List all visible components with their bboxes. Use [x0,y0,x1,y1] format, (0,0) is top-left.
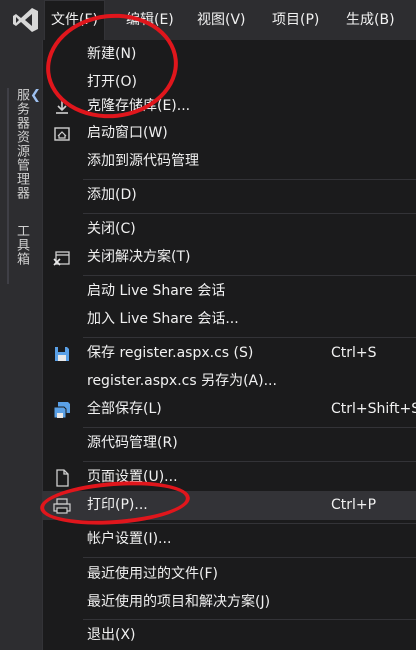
menu-item-recent-projects[interactable]: 最近使用的项目和解决方案(J) [43,588,416,617]
home-window-icon [54,127,70,141]
menu-separator [83,337,416,338]
save-icon [55,347,69,361]
menu-item-account-settings[interactable]: 帐户设置(I)... [43,525,416,554]
menu-separator [83,179,416,180]
file-dropdown-menu: 新建(N) 打开(O) 克隆存储库(E)... 启动窗口(W) 添加到源代码管理… [42,40,416,650]
page-setup-icon [56,469,69,487]
menu-project[interactable]: 项目(P) [272,0,319,40]
menu-item-label: 全部保存(L) [87,401,162,417]
tab-toolbox[interactable]: 工具箱 [7,224,31,284]
download-icon [56,100,68,114]
menu-item-clone-repo[interactable]: 克隆存储库(E)... [43,92,416,121]
menu-item-add-to-source-control[interactable]: 添加到源代码管理 [43,147,416,176]
visual-studio-logo-icon [13,8,38,32]
menu-edit[interactable]: 编辑(E) [126,0,174,40]
menu-item-source-control[interactable]: 源代码管理(R) [43,429,416,458]
menu-item-label: 退出(X) [87,627,136,643]
save-all-icon [53,402,70,419]
back-arrow-icon[interactable]: ❮ [30,88,42,104]
menu-item-save[interactable]: 保存 register.aspx.cs (S) Ctrl+S [43,339,416,368]
menu-item-start-window[interactable]: 启动窗口(W) [43,119,416,148]
menu-view[interactable]: 视图(V) [197,0,246,40]
menu-separator [83,523,416,524]
menu-build[interactable]: 生成(B) [346,0,395,40]
tab-server-explorer[interactable]: 服务器资源管理器 [7,88,31,238]
menu-item-add[interactable]: 添加(D) [43,181,416,210]
menu-item-label: 页面设置(U)... [87,469,178,485]
menu-item-label: 最近使用的项目和解决方案(J) [87,594,271,610]
menu-item-close-solution[interactable]: 关闭解决方案(T) [43,243,416,272]
menu-item-label: 启动窗口(W) [87,125,168,141]
menu-item-label: 加入 Live Share 会话... [87,311,239,327]
menu-item-label: 添加到源代码管理 [87,153,199,169]
menu-separator [83,557,416,558]
print-icon [53,498,71,514]
menu-separator [83,213,416,214]
menu-item-shortcut: Ctrl+S [331,345,377,361]
menu-separator [83,275,416,276]
menu-item-new[interactable]: 新建(N) [43,40,416,69]
menu-item-page-setup[interactable]: 页面设置(U)... [43,463,416,492]
menu-item-label: 克隆存储库(E)... [87,98,191,114]
menu-item-label: 关闭解决方案(T) [87,249,191,265]
menu-item-start-live-share[interactable]: 启动 Live Share 会话 [43,277,416,306]
menu-item-print[interactable]: 打印(P)... Ctrl+P [43,491,416,520]
menu-item-save-as[interactable]: register.aspx.cs 另存为(A)... [43,367,416,396]
menu-item-label: 启动 Live Share 会话 [87,283,226,299]
menu-item-label: 源代码管理(R) [87,435,178,451]
menu-item-label: 添加(D) [87,187,137,203]
menu-item-shortcut: Ctrl+Shift+S [331,401,416,417]
close-solution-icon [53,251,70,266]
menu-bar: 文件(F) 编辑(E) 视图(V) 项目(P) 生成(B) [0,0,416,40]
menu-separator [83,427,416,428]
tool-strip: ❮ 服务器资源管理器 工具箱 [0,40,42,650]
menu-item-join-live-share[interactable]: 加入 Live Share 会话... [43,305,416,334]
menu-item-label: 新建(N) [87,46,137,62]
menu-file[interactable]: 文件(F) [44,0,105,40]
menu-item-shortcut: Ctrl+P [331,497,377,513]
menu-item-label: register.aspx.cs 另存为(A)... [87,373,277,389]
menu-item-label: 保存 register.aspx.cs (S) [87,345,254,361]
menu-item-label: 关闭(C) [87,221,136,237]
menu-item-label: 帐户设置(I)... [87,531,172,547]
menu-item-close[interactable]: 关闭(C) [43,215,416,244]
menu-item-label: 最近使用过的文件(F) [87,566,218,582]
menu-item-label: 打印(P)... [87,497,148,513]
menu-separator [83,619,416,620]
menu-separator [83,461,416,462]
menu-item-recent-files[interactable]: 最近使用过的文件(F) [43,560,416,589]
menu-item-save-all[interactable]: 全部保存(L) Ctrl+Shift+S [43,395,416,424]
menu-item-exit[interactable]: 退出(X) [43,621,416,650]
